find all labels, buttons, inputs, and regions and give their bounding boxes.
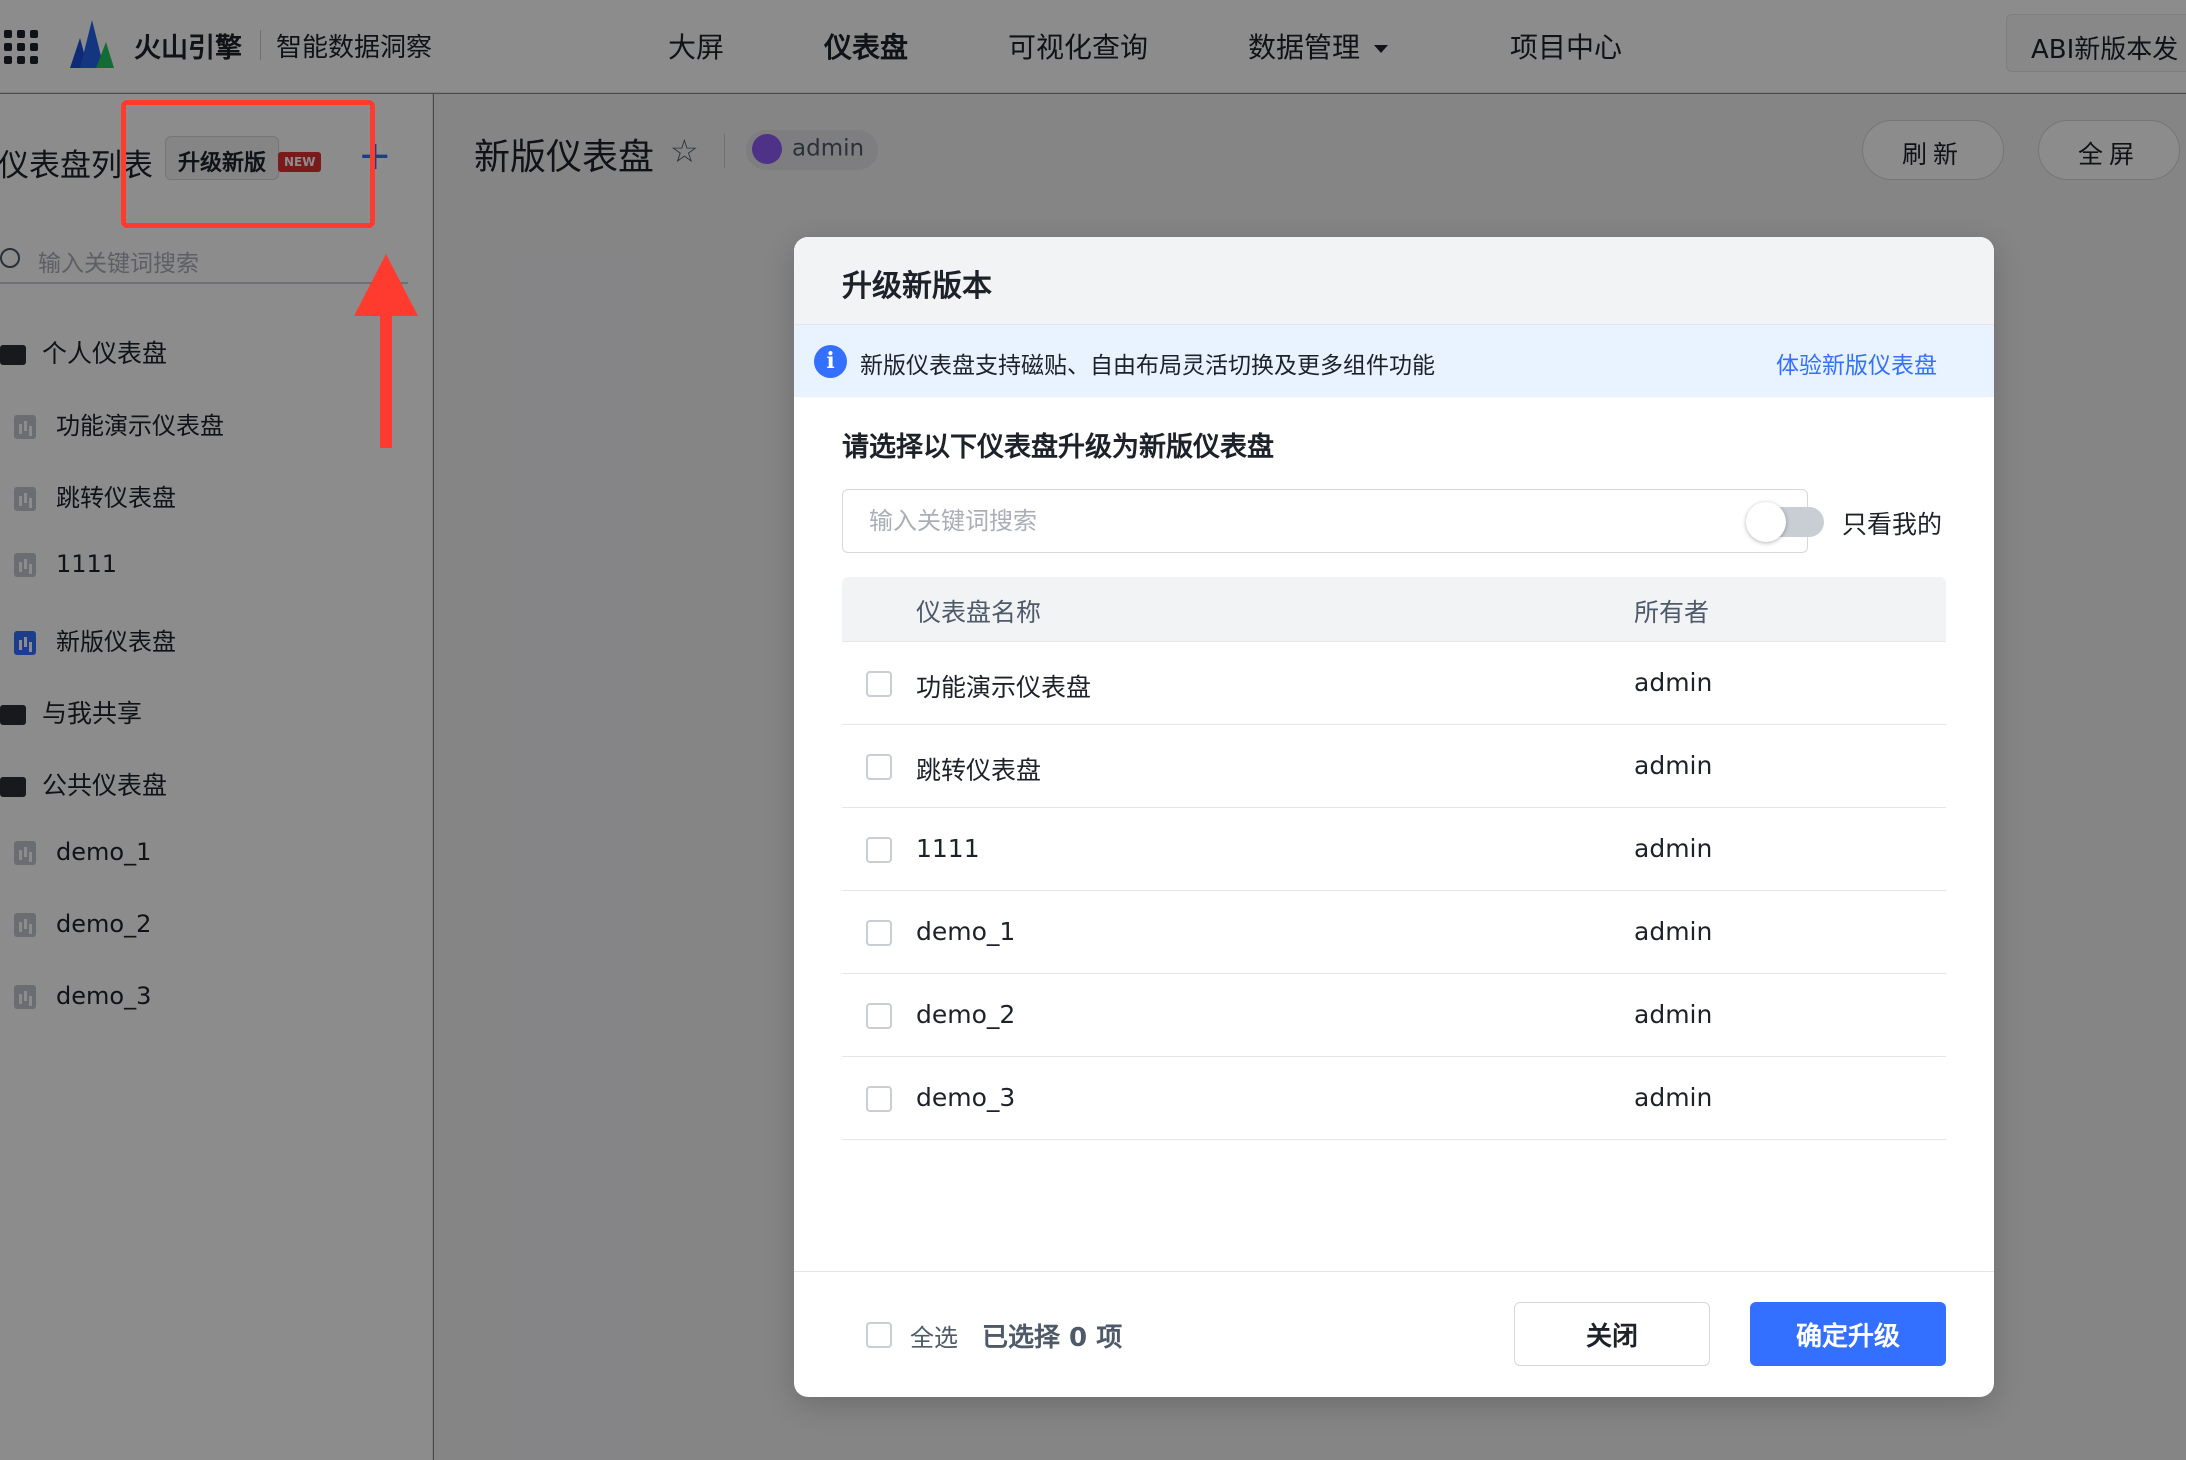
- upgrade-dialog: 升级新版本 i 新版仪表盘支持磁贴、自由布局灵活切换及更多组件功能 体验新版仪表…: [794, 237, 1994, 1397]
- dialog-search-field[interactable]: [842, 489, 1808, 553]
- row-checkbox[interactable]: [866, 837, 892, 863]
- confirm-upgrade-button[interactable]: 确定升级: [1750, 1302, 1946, 1366]
- row-owner: admin: [1634, 834, 1713, 863]
- row-checkbox[interactable]: [866, 1003, 892, 1029]
- dialog-search-input[interactable]: [843, 490, 1743, 552]
- table-row[interactable]: demo_1 admin: [842, 891, 1946, 974]
- dialog-footer: 全选 已选择 0 项 关闭 确定升级: [794, 1271, 1994, 1397]
- row-owner: admin: [1634, 668, 1713, 697]
- row-name: demo_2: [916, 1000, 1016, 1029]
- column-header-name: 仪表盘名称: [916, 598, 1042, 627]
- info-banner: i 新版仪表盘支持磁贴、自由布局灵活切换及更多组件功能 体验新版仪表盘: [794, 325, 1994, 397]
- dashboard-table: 仪表盘名称 所有者 功能演示仪表盘 admin 跳转仪表盘 admin 1111…: [842, 577, 1946, 1140]
- table-row[interactable]: demo_2 admin: [842, 974, 1946, 1057]
- row-checkbox[interactable]: [866, 920, 892, 946]
- row-name: demo_1: [916, 917, 1016, 946]
- info-icon: i: [814, 345, 847, 378]
- row-owner: admin: [1634, 1083, 1713, 1112]
- select-all-label[interactable]: 全选: [910, 1318, 958, 1353]
- annotation-highlight-box: [121, 100, 375, 228]
- table-row[interactable]: 跳转仪表盘 admin: [842, 725, 1946, 808]
- row-owner: admin: [1634, 1000, 1713, 1029]
- column-header-owner: 所有者: [1634, 598, 1710, 627]
- dialog-title: 升级新版本: [842, 269, 992, 304]
- row-owner: admin: [1634, 917, 1713, 946]
- row-checkbox[interactable]: [866, 671, 892, 697]
- selected-count: 已选择 0 项: [982, 1323, 1123, 1353]
- row-owner: admin: [1634, 751, 1713, 780]
- table-row[interactable]: demo_3 admin: [842, 1057, 1946, 1140]
- row-name: 功能演示仪表盘: [916, 673, 1092, 702]
- try-new-dashboard-link[interactable]: 体验新版仪表盘: [1776, 346, 1937, 380]
- dialog-header: 升级新版本: [794, 237, 1994, 325]
- table-row[interactable]: 功能演示仪表盘 admin: [842, 642, 1946, 725]
- table-header: 仪表盘名称 所有者: [842, 577, 1946, 642]
- info-text: 新版仪表盘支持磁贴、自由布局灵活切换及更多组件功能: [860, 353, 1435, 379]
- toggle-knob: [1746, 502, 1786, 542]
- row-name: demo_3: [916, 1083, 1016, 1112]
- section-label: 请选择以下仪表盘升级为新版仪表盘: [842, 432, 1274, 463]
- row-name: 跳转仪表盘: [916, 756, 1042, 785]
- annotation-arrow-shaft: [380, 300, 392, 448]
- row-checkbox[interactable]: [866, 754, 892, 780]
- only-mine-label: 只看我的: [1842, 510, 1943, 539]
- row-name: 1111: [916, 834, 980, 863]
- table-row[interactable]: 1111 admin: [842, 808, 1946, 891]
- row-checkbox[interactable]: [866, 1086, 892, 1112]
- only-mine-toggle[interactable]: [1746, 502, 1824, 542]
- select-all-checkbox[interactable]: [866, 1322, 892, 1348]
- close-button[interactable]: 关闭: [1514, 1302, 1710, 1366]
